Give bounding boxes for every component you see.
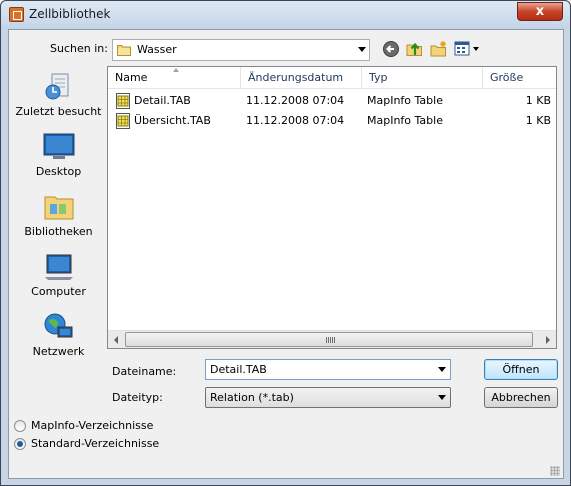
radio-label: MapInfo-Verzeichnisse xyxy=(31,419,154,432)
scroll-thumb[interactable] xyxy=(125,332,533,347)
dialog-client: Suchen in: Wasser Zuletzt besucht Deskto… xyxy=(8,29,564,479)
chevron-down-icon[interactable] xyxy=(438,367,446,372)
column-header-type-label: Typ xyxy=(369,71,388,84)
place-recent-label: Zuletzt besucht xyxy=(15,105,102,118)
radio-button[interactable] xyxy=(14,420,26,432)
place-libraries-label: Bibliotheken xyxy=(24,225,93,238)
desktop-icon xyxy=(43,133,75,159)
place-desktop-label: Desktop xyxy=(35,165,82,178)
chevron-down-icon[interactable] xyxy=(438,395,446,400)
chevron-left-icon xyxy=(114,336,118,344)
recent-places-icon xyxy=(45,73,69,100)
place-network-label: Netzwerk xyxy=(32,345,85,358)
column-header-name-label: Name xyxy=(115,71,148,84)
file-size: 1 KB xyxy=(525,114,551,127)
app-icon xyxy=(9,7,24,22)
chevron-right-icon xyxy=(546,336,550,344)
title-bar[interactable]: Zellbibliothek x xyxy=(1,1,570,29)
place-recent[interactable]: Zuletzt besucht xyxy=(12,68,105,124)
file-type: MapInfo Table xyxy=(367,94,443,107)
column-header-date[interactable]: Änderungsdatum xyxy=(241,67,362,89)
column-header-row: Name Änderungsdatum Typ Größe xyxy=(108,67,556,89)
file-list[interactable]: Name Änderungsdatum Typ Größe Detail.TAB… xyxy=(107,66,557,349)
column-header-type[interactable]: Typ xyxy=(362,67,483,89)
lookin-value: Wasser xyxy=(137,43,177,56)
column-header-size-label: Größe xyxy=(490,71,524,84)
libraries-icon xyxy=(44,196,74,220)
grip-icon xyxy=(326,337,335,343)
back-icon[interactable] xyxy=(382,40,400,58)
filename-field[interactable]: Detail.TAB xyxy=(205,359,451,380)
view-menu-icon[interactable] xyxy=(454,40,480,58)
file-size: 1 KB xyxy=(525,94,551,107)
filename-value: Detail.TAB xyxy=(210,363,267,376)
place-network[interactable]: Netzwerk xyxy=(12,308,105,364)
radio-button[interactable] xyxy=(14,438,26,450)
mapinfo-table-icon xyxy=(116,93,130,109)
radio-label: Standard-Verzeichnisse xyxy=(31,437,160,450)
file-name: Übersicht.TAB xyxy=(134,114,211,127)
open-button[interactable]: Öffnen xyxy=(484,359,558,380)
column-header-size[interactable]: Größe xyxy=(483,67,556,89)
place-computer-label: Computer xyxy=(31,285,86,298)
folder-icon xyxy=(117,45,131,56)
mapinfo-table-icon xyxy=(116,113,130,129)
places-bar: Zuletzt besucht Desktop Bibliotheken Com… xyxy=(12,64,105,362)
file-date: 11.12.2008 07:04 xyxy=(246,114,345,127)
column-header-date-label: Änderungsdatum xyxy=(248,71,344,84)
file-date: 11.12.2008 07:04 xyxy=(246,94,345,107)
file-type: MapInfo Table xyxy=(367,114,443,127)
filetype-select[interactable]: Relation (*.tab) xyxy=(205,387,451,408)
file-name: Detail.TAB xyxy=(134,94,191,107)
chevron-down-icon[interactable] xyxy=(358,47,366,52)
window-title: Zellbibliothek xyxy=(29,7,111,21)
lookin-combo[interactable]: Wasser xyxy=(112,39,370,61)
lookin-label: Suchen in: xyxy=(50,42,108,55)
filename-label: Dateiname: xyxy=(112,365,177,378)
file-row[interactable]: Detail.TAB 11.12.2008 07:04 MapInfo Tabl… xyxy=(108,91,556,111)
place-computer[interactable]: Computer xyxy=(12,248,105,304)
sort-ascending-icon xyxy=(173,68,179,72)
cancel-button[interactable]: Abbrechen xyxy=(484,387,558,408)
scroll-right-button[interactable] xyxy=(539,331,556,348)
resize-grip-icon[interactable] xyxy=(550,466,560,476)
close-button[interactable]: x xyxy=(517,2,563,21)
place-libraries[interactable]: Bibliotheken xyxy=(12,188,105,244)
horizontal-scrollbar[interactable] xyxy=(108,330,556,348)
place-desktop[interactable]: Desktop xyxy=(12,128,105,184)
up-folder-icon[interactable] xyxy=(406,40,424,58)
new-folder-icon[interactable] xyxy=(430,40,448,58)
filetype-value: Relation (*.tab) xyxy=(210,391,294,404)
scroll-left-button[interactable] xyxy=(108,331,125,348)
file-row[interactable]: Übersicht.TAB 11.12.2008 07:04 MapInfo T… xyxy=(108,111,556,131)
network-icon xyxy=(44,313,73,338)
column-header-name[interactable]: Name xyxy=(108,67,241,89)
computer-icon xyxy=(45,254,73,280)
filetype-label: Dateityp: xyxy=(112,391,163,404)
dialog-window: Zellbibliothek x Suchen in: Wasser Zulet… xyxy=(0,0,571,486)
